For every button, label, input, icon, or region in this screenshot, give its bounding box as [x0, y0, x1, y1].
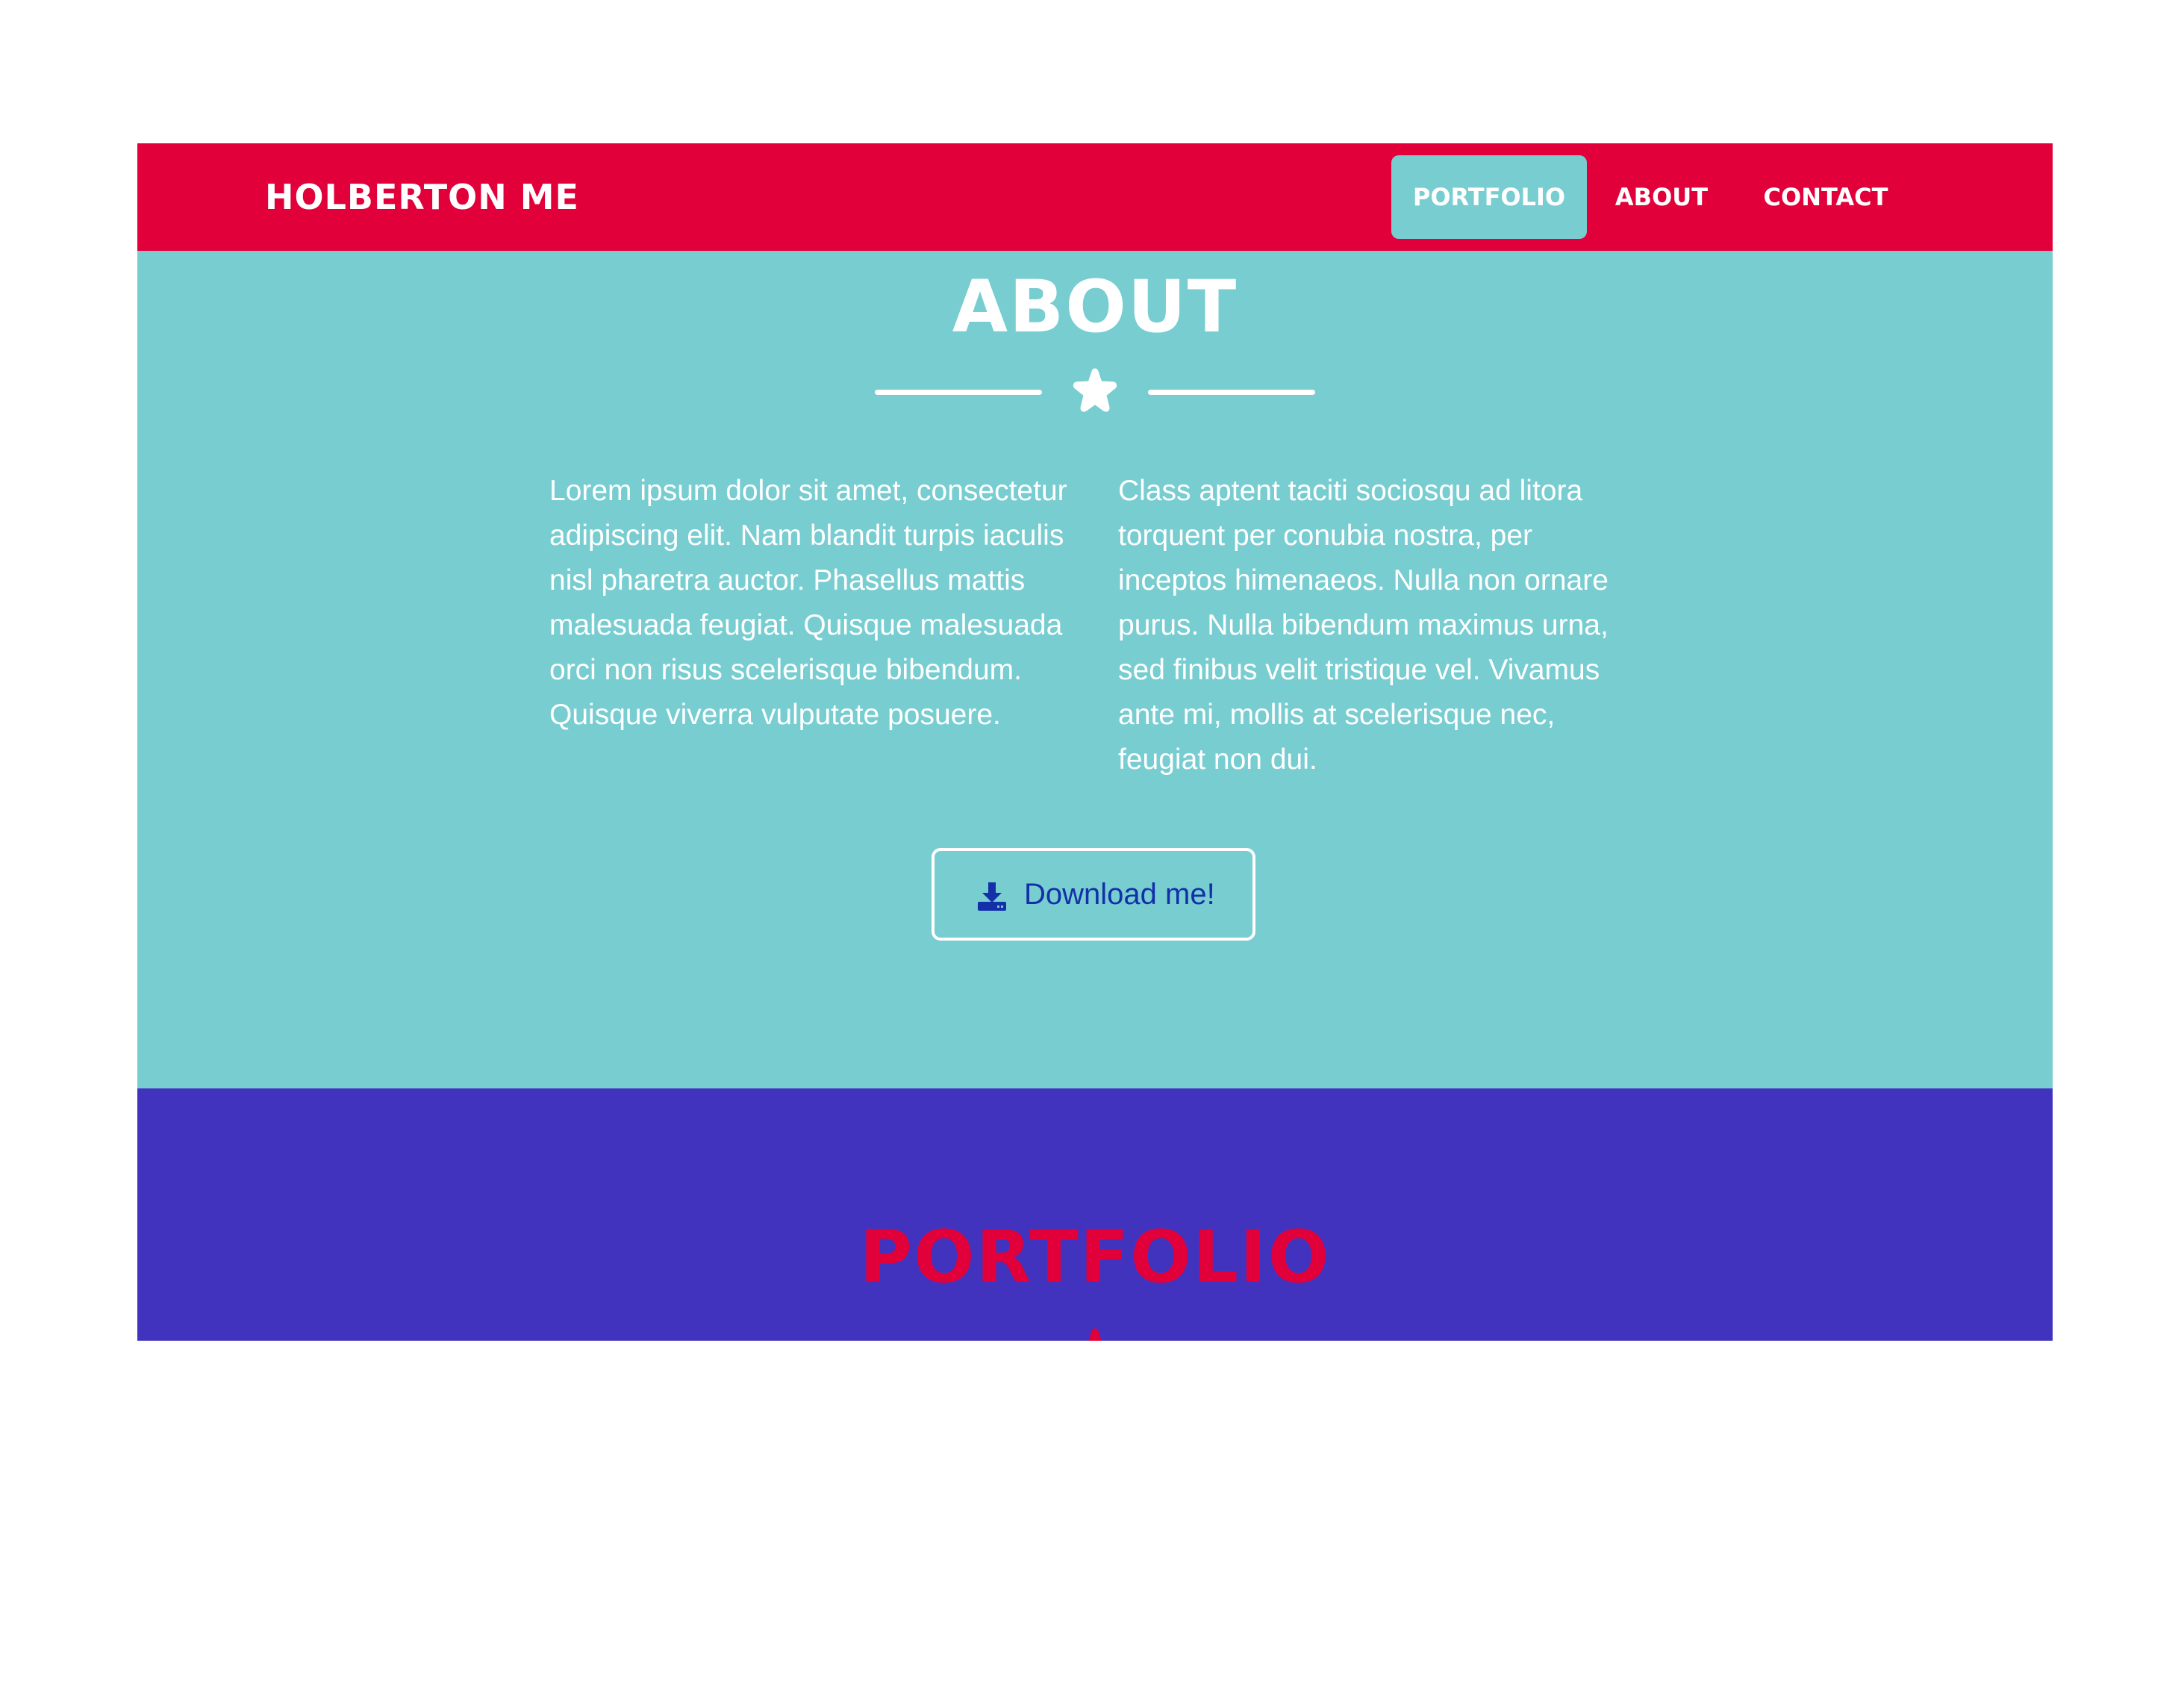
navbar: HOLBERTON ME PORTFOLIO ABOUT CONTACT	[137, 143, 2053, 251]
brand-logo[interactable]: HOLBERTON ME	[265, 173, 579, 221]
about-paragraph-left: Lorem ipsum dolor sit amet, consectetur …	[549, 475, 1067, 731]
nav-link-portfolio[interactable]: PORTFOLIO	[1391, 155, 1587, 239]
about-title: ABOUT	[952, 265, 1238, 349]
star-icon	[1088, 1328, 1102, 1341]
download-icon	[978, 882, 1006, 911]
about-section: ABOUT Lorem ipsum dolor sit amet, consec…	[137, 251, 2053, 1088]
portfolio-section: PORTFOLIO	[137, 1088, 2053, 1341]
download-button-label: Download me!	[1024, 878, 1215, 911]
about-divider	[875, 366, 1315, 420]
site-wrapper: HOLBERTON ME PORTFOLIO ABOUT CONTACT ABO…	[137, 143, 2053, 1341]
portfolio-title: PORTFOLIO	[859, 1215, 1331, 1299]
nav-link-contact[interactable]: CONTACT	[1736, 155, 1915, 239]
nav-link-about[interactable]: ABOUT	[1587, 155, 1736, 239]
divider-line-left	[875, 390, 1042, 395]
download-button[interactable]: Download me!	[932, 848, 1255, 941]
about-paragraph-right: Class aptent taciti sociosqu ad litora t…	[1118, 475, 1609, 776]
divider-line-right	[1148, 390, 1315, 395]
star-icon	[1073, 368, 1117, 412]
